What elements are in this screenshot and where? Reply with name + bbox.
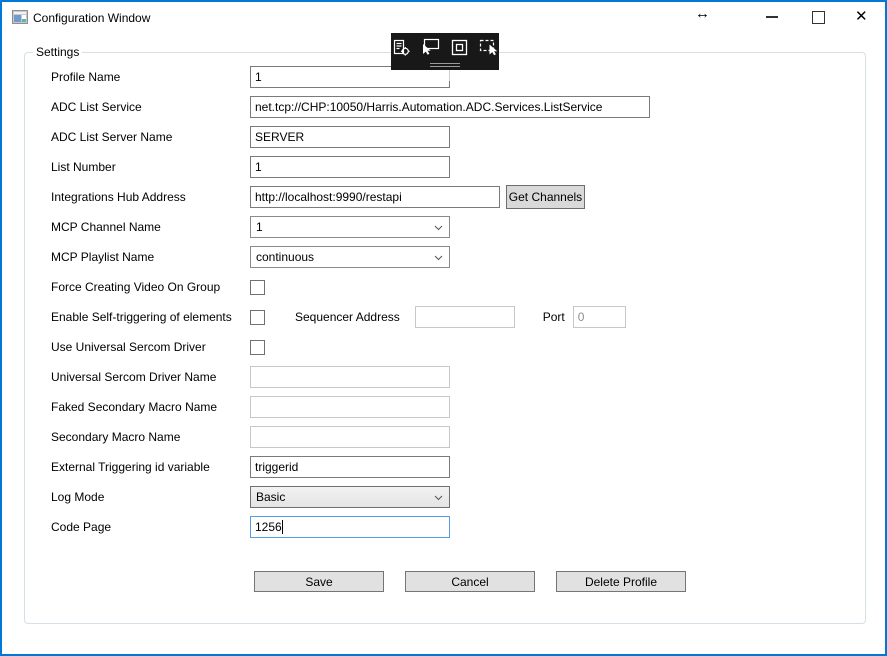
script-target-icon[interactable] (392, 38, 411, 56)
mcp-channel-combobox[interactable]: 1 (250, 216, 450, 238)
maximize-button[interactable] (812, 11, 825, 24)
faked-secondary-macro-label: Faked Secondary Macro Name (51, 400, 250, 414)
integrations-hub-label: Integrations Hub Address (51, 190, 250, 204)
port-label: Port (543, 310, 565, 324)
mcp-channel-label: MCP Channel Name (51, 220, 250, 234)
mcp-playlist-combobox[interactable]: continuous (250, 246, 450, 268)
force-creating-video-label: Force Creating Video On Group (51, 280, 250, 294)
code-page-label: Code Page (51, 520, 250, 534)
adc-list-service-input[interactable] (250, 96, 650, 118)
resize-arrows-icon: ↔ (695, 5, 710, 22)
code-page-input[interactable]: 1256 (250, 516, 450, 538)
chevron-down-icon (434, 255, 443, 261)
delete-profile-button[interactable]: Delete Profile (556, 571, 686, 592)
row-log-mode: Log Mode Basic (51, 482, 865, 512)
row-integrations-hub: Integrations Hub Address Get Channels (51, 182, 865, 212)
mcp-playlist-value: continuous (256, 250, 314, 264)
universal-sercom-name-label: Universal Sercom Driver Name (51, 370, 250, 384)
sequencer-address-label: Sequencer Address (295, 310, 400, 324)
minimize-button[interactable] (766, 16, 778, 18)
chevron-down-icon (434, 225, 443, 231)
log-mode-combobox[interactable]: Basic (250, 486, 450, 508)
universal-sercom-name-input[interactable] (250, 366, 450, 388)
secondary-macro-input[interactable] (250, 426, 450, 448)
enable-self-triggering-checkbox[interactable] (250, 310, 265, 325)
chevron-down-icon (434, 495, 443, 501)
cursor-rectangle-icon[interactable] (421, 38, 440, 56)
text-caret (282, 520, 283, 534)
row-external-triggering: External Triggering id variable (51, 452, 865, 482)
list-number-input[interactable] (250, 156, 450, 178)
row-secondary-macro: Secondary Macro Name (51, 422, 865, 452)
toolbar-drag-handle[interactable] (430, 61, 460, 67)
faked-secondary-macro-input[interactable] (250, 396, 450, 418)
external-triggering-input[interactable] (250, 456, 450, 478)
toolbar-guide-line (449, 70, 450, 81)
row-enable-self-triggering: Enable Self-triggering of elements Seque… (51, 302, 865, 332)
use-universal-sercom-label: Use Universal Sercom Driver (51, 340, 250, 354)
list-number-label: List Number (51, 160, 250, 174)
row-mcp-playlist: MCP Playlist Name continuous (51, 242, 865, 272)
row-list-number: List Number (51, 152, 865, 182)
settings-group-label: Settings (33, 45, 82, 59)
get-channels-button[interactable]: Get Channels (506, 185, 585, 209)
row-adc-list-server-name: ADC List Server Name (51, 122, 865, 152)
external-triggering-label: External Triggering id variable (51, 460, 250, 474)
row-faked-secondary-macro: Faked Secondary Macro Name (51, 392, 865, 422)
row-force-creating-video: Force Creating Video On Group (51, 272, 865, 302)
title-bar[interactable]: Configuration Window ↔ ✕ (2, 2, 885, 32)
save-button[interactable]: Save (254, 571, 384, 592)
adc-list-service-label: ADC List Service (51, 100, 250, 114)
adc-list-server-name-label: ADC List Server Name (51, 130, 250, 144)
mcp-playlist-label: MCP Playlist Name (51, 250, 250, 264)
row-adc-list-service: ADC List Service (51, 92, 865, 122)
square-in-square-icon[interactable] (450, 38, 469, 56)
window-title: Configuration Window (33, 11, 150, 25)
code-page-value: 1256 (255, 520, 282, 534)
use-universal-sercom-checkbox[interactable] (250, 340, 265, 355)
row-code-page: Code Page 1256 (51, 512, 865, 542)
action-buttons: Save Cancel Delete Profile (254, 571, 865, 592)
settings-groupbox: Settings Profile Name ADC List Service A… (24, 52, 866, 624)
cancel-button[interactable]: Cancel (405, 571, 535, 592)
secondary-macro-label: Secondary Macro Name (51, 430, 250, 444)
profile-name-label: Profile Name (51, 70, 250, 84)
app-window-icon (12, 10, 28, 24)
configuration-window: Configuration Window ↔ ✕ Settings Profil… (0, 0, 887, 656)
port-input[interactable] (573, 306, 626, 328)
row-use-universal-sercom: Use Universal Sercom Driver (51, 332, 865, 362)
mcp-channel-value: 1 (256, 220, 263, 234)
sequencer-address-input[interactable] (415, 306, 515, 328)
floating-annotation-toolbar[interactable] (391, 33, 499, 70)
row-universal-sercom-name: Universal Sercom Driver Name (51, 362, 865, 392)
marquee-cursor-icon[interactable] (479, 38, 498, 56)
log-mode-value: Basic (256, 490, 285, 504)
adc-list-server-name-input[interactable] (250, 126, 450, 148)
enable-self-triggering-label: Enable Self-triggering of elements (51, 310, 250, 324)
row-mcp-channel: MCP Channel Name 1 (51, 212, 865, 242)
integrations-hub-input[interactable] (250, 186, 500, 208)
log-mode-label: Log Mode (51, 490, 250, 504)
force-creating-video-checkbox[interactable] (250, 280, 265, 295)
close-button[interactable]: ✕ (855, 7, 868, 25)
